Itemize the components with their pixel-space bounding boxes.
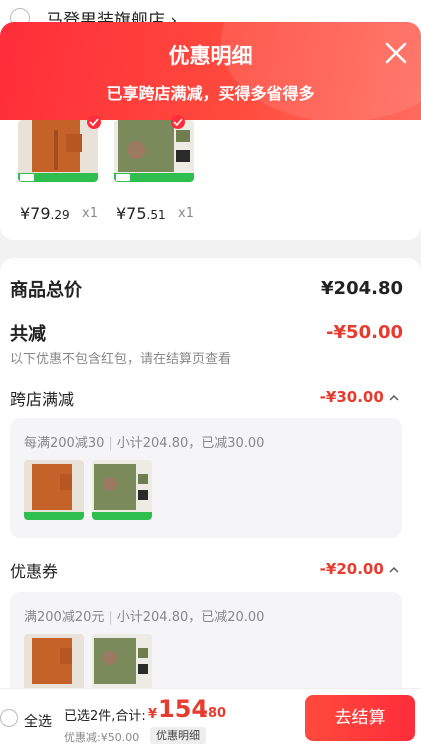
promo-label-cross-store: 跨店满减 xyxy=(10,390,75,409)
select-all-radio-icon[interactable] xyxy=(0,709,18,727)
select-all-label[interactable]: 全选 xyxy=(24,711,52,731)
promo-rule-text: 满200减20元 | 小计204.80，已减20.00 xyxy=(24,610,265,625)
checkout-bar: 全选 已选2件,合计: ¥ 154 .80 优惠减:¥50.00 优惠明细 去结… xyxy=(0,688,421,746)
promo-value-cross-store[interactable]: -¥30.00 xyxy=(320,388,399,406)
discount-note: 以下优惠不包含红包，请在结算页查看 xyxy=(10,352,232,367)
total-amount-int: 154 xyxy=(158,695,209,723)
product-thumb-tshirt xyxy=(92,460,152,520)
discount-detail-button[interactable]: 优惠明细 xyxy=(150,727,206,744)
discount-detail-banner: 优惠明细 已享跨店满减，买得多省得多 xyxy=(0,22,421,122)
promo-value-coupon[interactable]: -¥20.00 xyxy=(320,560,399,578)
check-badge-icon xyxy=(171,115,185,129)
check-badge-icon xyxy=(87,115,101,129)
total-amount-dec: .80 xyxy=(203,706,227,721)
products-card: ¥79.29 x1 ¥75.51 x1 xyxy=(0,115,421,240)
product-price: ¥75.51 xyxy=(116,204,166,223)
promo-detail-box: 每满200减30 | 小计204.80，已减30.00 xyxy=(10,418,402,538)
total-price-label: 商品总价 xyxy=(10,280,82,301)
promo-label-coupon: 优惠券 xyxy=(10,562,59,581)
total-reduce-value: -¥50.00 xyxy=(326,322,403,343)
promo-detail-box: 满200减20元 | 小计204.80，已减20.00 xyxy=(10,592,402,698)
discount-amount: 优惠减:¥50.00 xyxy=(64,731,140,744)
banner-subtitle: 已享跨店满减，买得多省得多 xyxy=(106,84,315,103)
total-reduce-label: 共减 xyxy=(10,324,46,345)
selected-count: 已选2件,合计: xyxy=(64,709,146,724)
product-price: ¥79.29 xyxy=(20,204,70,223)
checkout-button[interactable]: 去结算 xyxy=(305,695,415,741)
chevron-up-icon[interactable] xyxy=(389,566,399,574)
product-qty: x1 xyxy=(82,206,98,221)
total-price-value: ¥204.80 xyxy=(321,278,403,299)
page-title: 优惠明细 xyxy=(168,44,253,68)
product-qty: x1 xyxy=(178,206,194,221)
product-thumb-shorts xyxy=(24,634,84,694)
discount-detail-panel: 商品总价 ¥204.80 共减 -¥50.00 以下优惠不包含红包，请在结算页查… xyxy=(0,258,421,698)
promo-rule-text: 每满200减30 | 小计204.80，已减30.00 xyxy=(24,436,265,451)
total-currency: ¥ xyxy=(148,707,158,722)
product-thumb-tshirt xyxy=(92,634,152,694)
close-icon[interactable] xyxy=(383,40,409,66)
product-thumb-shorts xyxy=(24,460,84,520)
chevron-up-icon[interactable] xyxy=(389,394,399,402)
